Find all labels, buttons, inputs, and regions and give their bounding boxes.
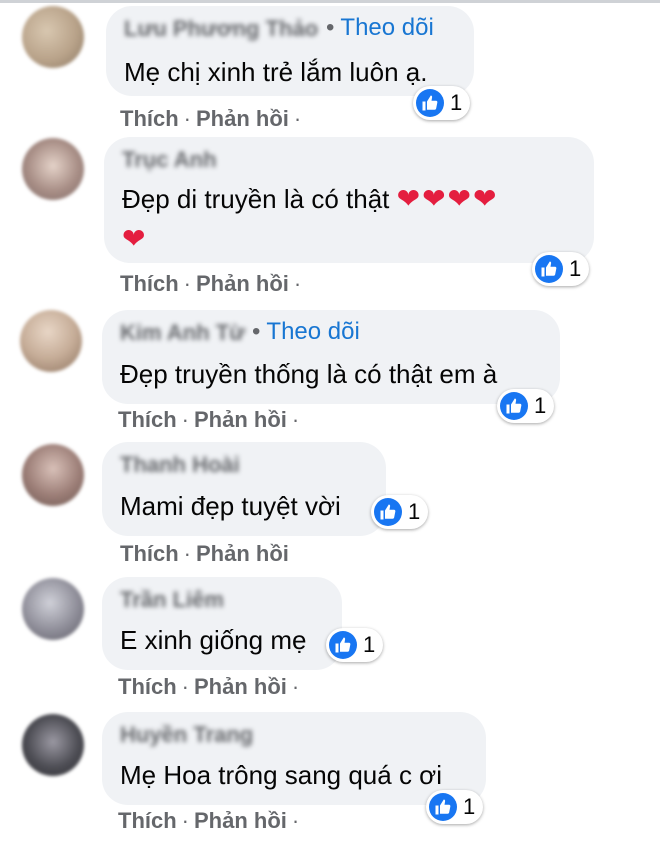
like-action[interactable]: Thích bbox=[118, 674, 177, 699]
heart-emoji: ❤ bbox=[122, 223, 148, 254]
commenter-name[interactable]: Lưu Phương Thảo bbox=[124, 16, 318, 42]
like-count: 1 bbox=[450, 90, 463, 115]
separator: · bbox=[183, 271, 191, 296]
separator: · bbox=[291, 808, 300, 833]
like-action[interactable]: Thích bbox=[118, 808, 177, 833]
reply-action[interactable]: Phản hồi bbox=[196, 271, 289, 296]
avatar[interactable] bbox=[20, 310, 82, 372]
reply-action[interactable]: Phản hồi bbox=[194, 674, 287, 699]
comment-bubble: Kim Anh Từ • Theo dõi Đẹp truyền thống là… bbox=[102, 310, 560, 404]
separator: · bbox=[293, 106, 302, 131]
comment-text: Mẹ Hoa trông sang quá c ơi bbox=[120, 760, 443, 790]
reply-action[interactable]: Phản hồi bbox=[196, 541, 289, 566]
avatar[interactable] bbox=[22, 444, 84, 506]
like-count: 1 bbox=[408, 499, 421, 524]
separator: · bbox=[181, 407, 189, 432]
separator: · bbox=[183, 106, 191, 131]
separator: · bbox=[291, 674, 300, 699]
comment-actions: Thích · Phản hồi · bbox=[118, 808, 304, 834]
like-icon bbox=[429, 793, 457, 821]
like-icon bbox=[535, 255, 563, 283]
comment-text: Đẹp di truyền là có thật ❤❤❤❤ bbox=[122, 179, 498, 219]
comment-text: Mami đẹp tuyệt vời bbox=[120, 491, 341, 521]
like-icon bbox=[329, 631, 357, 659]
reply-action[interactable]: Phản hồi bbox=[196, 106, 289, 131]
like-count: 1 bbox=[463, 794, 476, 819]
comment-actions: Thích · Phản hồi · bbox=[120, 271, 306, 297]
comment-actions: Thích · Phản hồi bbox=[120, 541, 289, 567]
commenter-name[interactable]: Trần Liêm bbox=[120, 587, 224, 613]
comment-bubble: Trục Anh Đẹp di truyền là có thật ❤❤❤❤ ❤ bbox=[104, 137, 594, 263]
like-action[interactable]: Thích bbox=[120, 271, 179, 296]
commenter-name[interactable]: Kim Anh Từ bbox=[120, 320, 245, 346]
heart-emoji: ❤❤❤❤ bbox=[396, 183, 499, 214]
separator: · bbox=[183, 541, 191, 566]
follow-link[interactable]: • Theo dõi bbox=[326, 14, 434, 42]
comment-actions: Thích · Phản hồi · bbox=[120, 106, 306, 132]
reaction-count[interactable]: 1 bbox=[497, 389, 555, 423]
like-count: 1 bbox=[363, 632, 376, 657]
like-icon bbox=[500, 392, 528, 420]
like-action[interactable]: Thích bbox=[120, 106, 179, 131]
reply-action[interactable]: Phản hồi bbox=[194, 808, 287, 833]
reaction-count[interactable]: 1 bbox=[532, 252, 590, 286]
follow-link[interactable]: • Theo dõi bbox=[252, 318, 360, 346]
comment-text: E xinh giống mẹ bbox=[120, 625, 307, 655]
separator: · bbox=[181, 674, 189, 699]
comment-text: Mẹ chị xinh trẻ lắm luôn ạ. bbox=[124, 57, 428, 87]
top-divider bbox=[0, 0, 660, 3]
like-action[interactable]: Thích bbox=[120, 541, 179, 566]
reaction-count[interactable]: 1 bbox=[413, 86, 471, 120]
commenter-name[interactable]: Huyền Trang bbox=[120, 722, 253, 748]
reaction-count[interactable]: 1 bbox=[426, 790, 484, 824]
like-icon bbox=[416, 89, 444, 117]
separator: · bbox=[291, 407, 300, 432]
comment-actions: Thích · Phản hồi · bbox=[118, 674, 304, 700]
comment-text-line2: ❤ bbox=[122, 219, 147, 259]
like-icon bbox=[374, 498, 402, 526]
comment-actions: Thích · Phản hồi · bbox=[118, 407, 304, 433]
like-count: 1 bbox=[569, 256, 582, 281]
avatar[interactable] bbox=[22, 6, 84, 68]
reply-action[interactable]: Phản hồi bbox=[194, 407, 287, 432]
avatar[interactable] bbox=[22, 138, 84, 200]
separator: · bbox=[181, 808, 189, 833]
reaction-count[interactable]: 1 bbox=[326, 628, 384, 662]
comment-bubble: Huyền Trang Mẹ Hoa trông sang quá c ơi bbox=[102, 712, 486, 805]
commenter-name[interactable]: Thanh Hoài bbox=[120, 452, 240, 478]
comment-bubble: Trần Liêm E xinh giống mẹ bbox=[102, 577, 342, 670]
comment-text: Đẹp truyền thống là có thật em à bbox=[120, 359, 498, 389]
avatar[interactable] bbox=[22, 714, 84, 776]
separator: · bbox=[293, 271, 302, 296]
avatar[interactable] bbox=[22, 578, 84, 640]
like-action[interactable]: Thích bbox=[118, 407, 177, 432]
like-count: 1 bbox=[534, 393, 547, 418]
comment-bubble: Thanh Hoài Mami đẹp tuyệt vời bbox=[102, 442, 386, 536]
reaction-count[interactable]: 1 bbox=[371, 495, 429, 529]
comment-bubble: Lưu Phương Thảo • Theo dõi Mẹ chị xinh tr… bbox=[106, 6, 474, 96]
commenter-name[interactable]: Trục Anh bbox=[122, 147, 217, 173]
